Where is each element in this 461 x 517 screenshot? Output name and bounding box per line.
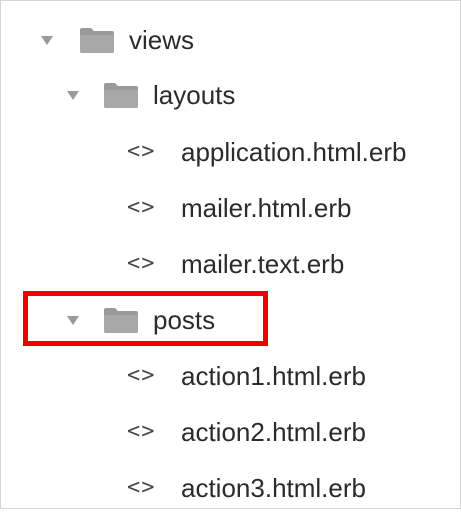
folder-icon [80,28,114,53]
tree-file-label: mailer.html.erb [181,193,352,223]
tree-file-label: action3.html.erb [181,473,366,503]
highlight-box [23,291,268,346]
code-file-icon: <> [127,363,156,388]
tree-file-label: application.html.erb [181,137,407,167]
tree-folder-label: views [129,25,195,55]
expand-arrow-icon[interactable] [67,91,79,100]
tree-file-item[interactable]: <> mailer.text.erb [1,237,461,293]
code-file-icon: <> [127,251,156,276]
expand-arrow-icon[interactable] [41,36,53,45]
tree-file-item[interactable]: <> application.html.erb [1,125,461,181]
code-file-icon: <> [127,475,156,500]
tree-folder-layouts[interactable]: layouts [1,68,461,124]
folder-icon [104,83,138,108]
tree-file-item[interactable]: <> action1.html.erb [1,349,461,405]
tree-file-item[interactable]: <> mailer.html.erb [1,181,461,237]
tree-folder-label: layouts [153,80,236,110]
tree-file-item[interactable]: <> action2.html.erb [1,405,461,461]
file-tree-panel: views layouts <> application.html.erb <>… [0,0,461,509]
tree-file-label: action1.html.erb [181,361,366,391]
code-file-icon: <> [127,419,156,444]
tree-file-label: mailer.text.erb [181,249,345,279]
code-file-icon: <> [127,195,156,220]
code-file-icon: <> [127,139,156,164]
file-tree: views layouts <> application.html.erb <>… [1,1,461,510]
tree-file-label: action2.html.erb [181,417,366,447]
tree-folder-views[interactable]: views [1,13,461,69]
